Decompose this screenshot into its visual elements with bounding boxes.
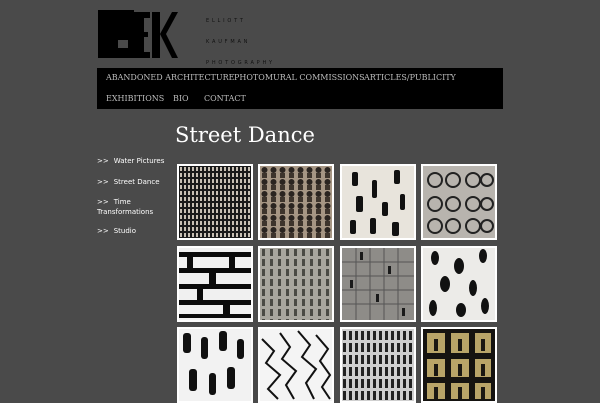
thumb-image bbox=[179, 329, 251, 401]
nav-item-articles-publicity[interactable]: ARTICLES/PUBLICITY bbox=[364, 73, 456, 82]
thumb-image bbox=[342, 248, 414, 320]
sidebar-item-water-pictures[interactable]: >> Water Pictures bbox=[97, 156, 164, 166]
nav-item-contact[interactable]: CONTACT bbox=[204, 94, 246, 103]
sidebar-item-label: Studio bbox=[113, 227, 137, 235]
gallery-thumb-4[interactable] bbox=[421, 164, 497, 240]
sidebar-arrow: >> bbox=[97, 198, 109, 206]
nav-item-bio[interactable]: BIO bbox=[173, 94, 189, 103]
gallery-thumb-8[interactable] bbox=[421, 246, 497, 322]
gallery-thumb-11[interactable] bbox=[340, 327, 416, 403]
logo-line-2: KAUFMAN bbox=[206, 39, 251, 45]
gallery-thumb-2[interactable] bbox=[258, 164, 334, 240]
gallery-thumb-7[interactable] bbox=[340, 246, 416, 322]
sidebar-item-label: Street Dance bbox=[113, 178, 160, 186]
gallery-thumb-3[interactable] bbox=[340, 164, 416, 240]
logo-ek-mark bbox=[98, 10, 178, 58]
logo-wordmark: ELLIOTT KAUFMAN PHOTOGRAPHY bbox=[206, 11, 275, 74]
thumb-image bbox=[423, 166, 495, 238]
page-title: Street Dance bbox=[175, 123, 315, 147]
thumb-image bbox=[260, 329, 332, 401]
logo-line-1: ELLIOTT bbox=[206, 18, 246, 24]
nav-item-exhibitions[interactable]: EXHIBITIONS bbox=[106, 94, 164, 103]
sidebar-item-time-transformations[interactable]: >> Time Transformations bbox=[97, 197, 167, 217]
sidebar-item-street-dance[interactable]: >> Street Dance bbox=[97, 177, 160, 187]
sidebar-item-studio[interactable]: >> Studio bbox=[97, 226, 136, 236]
logo[interactable] bbox=[98, 10, 178, 60]
sidebar-arrow: >> bbox=[97, 157, 109, 165]
thumb-image bbox=[342, 329, 414, 401]
thumb-image bbox=[342, 166, 414, 238]
nav-item-photomural-commissions[interactable]: PHOTOMURAL COMMISSIONS bbox=[234, 73, 365, 82]
gallery-thumb-5[interactable] bbox=[177, 246, 253, 322]
thumb-image bbox=[179, 166, 251, 238]
thumb-image bbox=[260, 248, 332, 320]
main-nav: ABANDONED ARCHITECTURE PHOTOMURAL COMMIS… bbox=[97, 68, 503, 109]
gallery-thumb-12[interactable] bbox=[421, 327, 497, 403]
gallery-thumb-1[interactable] bbox=[177, 164, 253, 240]
gallery-thumb-10[interactable] bbox=[258, 327, 334, 403]
thumb-image bbox=[423, 248, 495, 320]
sidebar-arrow: >> bbox=[97, 227, 109, 235]
gallery-thumb-9[interactable] bbox=[177, 327, 253, 403]
thumb-image bbox=[423, 329, 495, 401]
thumb-image bbox=[179, 248, 251, 320]
sidebar-arrow: >> bbox=[97, 178, 109, 186]
nav-item-abandoned-architecture[interactable]: ABANDONED ARCHITECTURE bbox=[106, 73, 235, 82]
gallery-thumb-6[interactable] bbox=[258, 246, 334, 322]
sidebar-item-label: Water Pictures bbox=[113, 157, 165, 165]
thumb-image bbox=[260, 166, 332, 238]
